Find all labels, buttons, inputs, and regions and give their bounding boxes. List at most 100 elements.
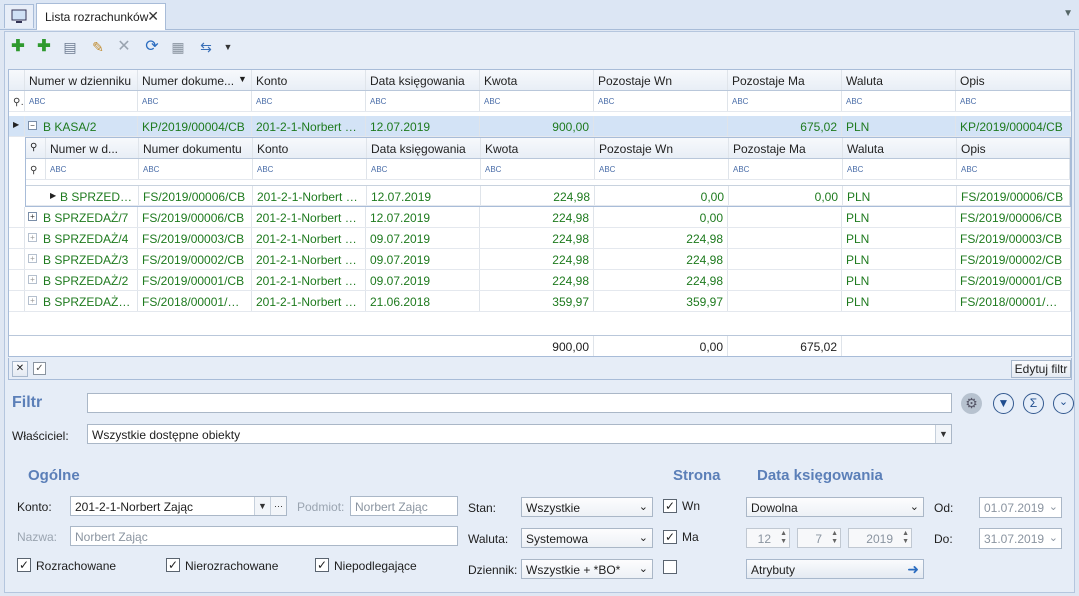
stan-select[interactable]: Wszystkie ⌄ [521, 497, 653, 517]
filter-cell[interactable]: ABC [842, 91, 956, 111]
table-row[interactable]: + B SPRZEDAŻ/7 FS/2019/00006/CB 201-2-1-Nor… [9, 207, 1071, 228]
ma-label: Ma [682, 530, 699, 544]
cell-opis: FS/2019/00003/CB [956, 228, 1071, 248]
col-kwota[interactable]: Kwota [480, 70, 594, 90]
filter-cell[interactable]: ABC [728, 91, 842, 111]
filter-cell[interactable]: ABC [480, 91, 594, 111]
filter-cell[interactable]: ABC [366, 91, 480, 111]
gear-icon[interactable]: ⚙ [961, 393, 982, 414]
tab-lista-rozrachunkow[interactable]: Lista rozrachunków ✕ [36, 3, 166, 30]
third-side-checkbox[interactable] [663, 560, 677, 574]
atrybuty-button[interactable]: Atrybuty ➜ [746, 559, 924, 579]
cell-wn: 359,97 [594, 291, 728, 311]
filter-cell[interactable]: ABC [252, 91, 366, 111]
home-tab[interactable] [4, 4, 34, 28]
cell-waluta: PLN [842, 249, 956, 269]
export-dropdown-icon[interactable]: ▼ [218, 36, 238, 58]
col-opis[interactable]: Opis [956, 70, 1071, 90]
filter-cell[interactable]: ABC [956, 91, 1071, 111]
export-icon[interactable]: ⇆ [196, 36, 216, 58]
print-icon[interactable]: ▦ [168, 36, 188, 58]
table-row[interactable]: + B SPRZEDAŻ/3 FS/2019/00002/CB 201-2-1-Nor… [9, 249, 1071, 270]
expand-icon[interactable]: + [28, 233, 37, 242]
chevron-down-icon: ⌄ [1048, 532, 1058, 544]
grid-footer: ✕ ✓ Edytuj filtr [8, 358, 1072, 380]
cell-kwota: 224,98 [480, 249, 594, 269]
od-label: Od: [934, 501, 954, 515]
cell-ma [728, 228, 842, 248]
grid-header: Numer w dzienniku Numer dokume... ▼ Kont… [9, 70, 1071, 91]
search-icon: ⚲ [26, 138, 46, 158]
col-pozostaje-ma[interactable]: Pozostaje Ma [728, 70, 842, 90]
delete-icon[interactable]: ✕ [114, 36, 134, 58]
cell-data: 09.07.2019 [366, 249, 480, 269]
chevron-down-icon: ⌄ [909, 501, 919, 513]
podmiot-field: Norbert Zając [350, 496, 458, 516]
more-icon[interactable]: ⋯ [270, 497, 286, 515]
nazwa-label: Nazwa: [17, 530, 58, 544]
col-numer-w-dzienniku[interactable]: Numer w dzienniku [25, 70, 138, 90]
cell-dokument: FS/2019/00002/CB [138, 249, 252, 269]
tab-menu-icon[interactable]: ▼ [1063, 8, 1073, 19]
dziennik-select[interactable]: Wszystkie + *BO* ⌄ [521, 559, 653, 579]
expand-icon[interactable]: + [28, 275, 37, 284]
filter-enabled-checkbox[interactable]: ✓ [33, 362, 46, 375]
clear-filter-icon[interactable]: ✕ [12, 361, 28, 377]
filter-input[interactable] [87, 393, 952, 413]
cell-waluta: PLN [842, 270, 956, 290]
document-icon[interactable]: ▤ [60, 36, 80, 58]
col-konto[interactable]: Konto [252, 70, 366, 90]
filter-cell[interactable]: ABC [25, 91, 138, 111]
waluta-select[interactable]: Systemowa ⌄ [521, 528, 653, 548]
add-alt-icon[interactable]: ✚ [34, 36, 54, 58]
col-numer-dokumentu[interactable]: Numer dokume... [138, 70, 252, 90]
chevron-down-icon[interactable]: ▼ [254, 497, 270, 515]
table-row[interactable]: + B SPRZEDAŻ/4 FS/2019/00003/CB 201-2-1-Nor… [9, 228, 1071, 249]
cell-kwota: 224,98 [480, 228, 594, 248]
konto-field[interactable]: 201-2-1-Norbert Zając ▼ ⋯ [70, 496, 287, 516]
expand-icon[interactable]: ⌄ [1053, 393, 1074, 414]
date-mode-select[interactable]: Dowolna ⌄ [746, 497, 924, 517]
cell-data: 09.07.2019 [366, 228, 480, 248]
data-ksiegowania-section-title: Data księgowania [757, 467, 883, 484]
cell-wn: 224,98 [594, 270, 728, 290]
wn-checkbox[interactable]: ✓ [663, 499, 677, 513]
funnel-icon[interactable]: ▼ [993, 393, 1014, 414]
refresh-icon[interactable]: ⟳ [142, 36, 162, 58]
close-icon[interactable]: ✕ [147, 8, 159, 25]
od-date-field[interactable]: 01.07.2019 ⌄ [979, 497, 1062, 518]
add-icon[interactable]: ✚ [8, 36, 28, 58]
cell-konto: 201-2-1-Norbert Za... [252, 249, 366, 269]
pin-icon: ⚲ [9, 91, 25, 111]
edit-filter-button[interactable]: Edytuj filtr [1011, 360, 1071, 378]
expand-icon[interactable]: + [28, 296, 37, 305]
rozrachowane-checkbox[interactable]: ✓ [17, 558, 31, 572]
chevron-down-icon[interactable]: ▼ [935, 425, 951, 443]
filter-cell[interactable]: ABC [138, 91, 252, 111]
sum-icon[interactable]: Σ [1023, 393, 1044, 414]
cell-konto: 201-2-1-Norbert Za... [252, 228, 366, 248]
table-row[interactable]: + B SPRZEDAŻ/2 FS/2019/00001/CB 201-2-1-Nor… [9, 270, 1071, 291]
col-data-ksiegowania[interactable]: Data księgowania [366, 70, 480, 90]
niepodlegajace-label: Niepodlegające [334, 559, 417, 573]
general-section-title: Ogólne [28, 467, 80, 484]
nierozrachowane-checkbox[interactable]: ✓ [166, 558, 180, 572]
filter-cell[interactable]: ABC [594, 91, 728, 111]
do-date-field[interactable]: 31.07.2019 ⌄ [979, 528, 1062, 549]
col-pozostaje-wn[interactable]: Pozostaje Wn [594, 70, 728, 90]
wrench-icon[interactable]: ✎ [88, 36, 108, 58]
expand-icon[interactable]: + [28, 212, 37, 221]
month-spinner: 7 ▲ ▼ [797, 528, 841, 548]
detail-row[interactable]: B SPRZEDA... ▶ FS/2019/00006/CB 201-2-1-… [26, 185, 1070, 206]
cell-numer: B SPRZEDAŻ/20... [39, 291, 138, 311]
collapse-icon[interactable]: − [28, 121, 37, 130]
table-row[interactable]: + B SPRZEDAŻ/20... FS/2018/00001/CB... 201-… [9, 291, 1071, 312]
cell-waluta: PLN [842, 228, 956, 248]
niepodlegajace-checkbox[interactable]: ✓ [315, 558, 329, 572]
col-waluta[interactable]: Waluta [842, 70, 956, 90]
spinner-arrows-icon: ▲ ▼ [780, 530, 787, 545]
expand-icon[interactable]: + [28, 254, 37, 263]
table-row[interactable]: ▶ − B KASA/2 KP/2019/00004/CB 201-2-1-No… [9, 116, 1071, 137]
owner-select[interactable]: Wszystkie dostępne obiekty ▼ [87, 424, 952, 444]
ma-checkbox[interactable]: ✓ [663, 530, 677, 544]
